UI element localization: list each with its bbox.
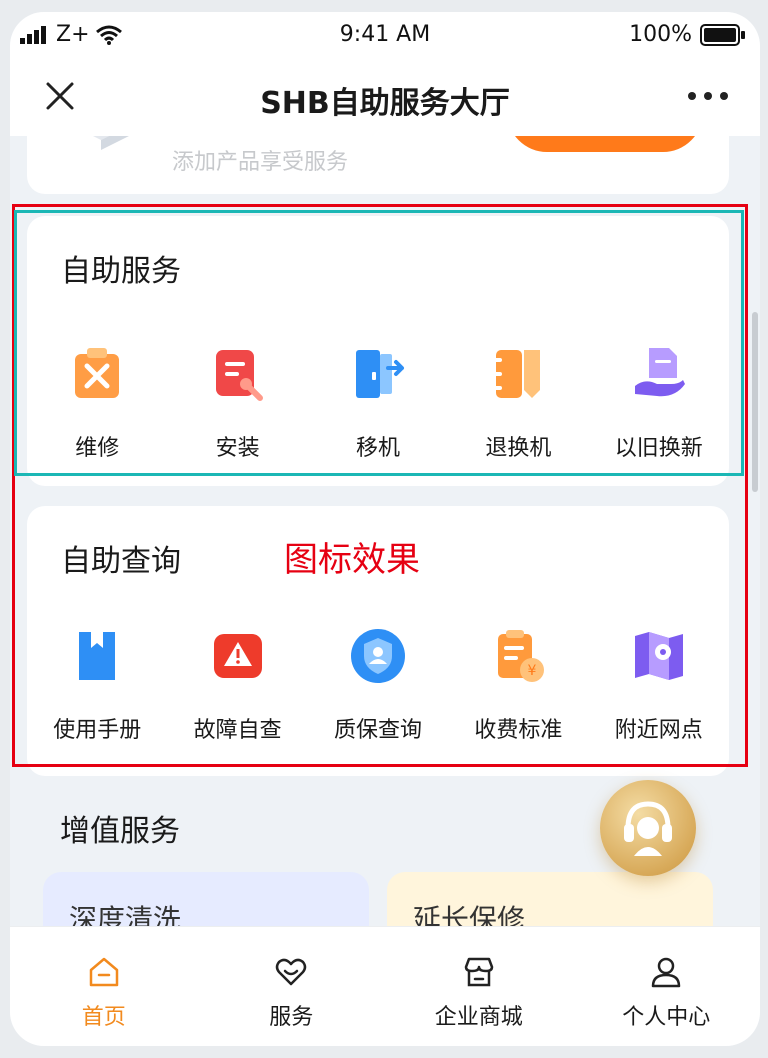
service-label: 维修 bbox=[75, 436, 120, 461]
content-area[interactable]: 添加产品享受服务 自助服务 维修 安装 移机 退换机 以旧换新 自助查询 使用手… bbox=[10, 136, 760, 926]
svg-text:¥: ¥ bbox=[528, 663, 537, 679]
annotation-label: 图标效果 bbox=[284, 540, 420, 580]
query-label: 故障自查 bbox=[193, 718, 282, 743]
add-product-card[interactable]: 添加产品享受服务 bbox=[27, 136, 729, 194]
service-item-install[interactable]: 安装 bbox=[167, 346, 307, 462]
service-label: 以旧换新 bbox=[614, 436, 703, 461]
query-label: 质保查询 bbox=[333, 718, 422, 743]
value-added-title: 增值服务 bbox=[60, 814, 180, 849]
deep-cleaning-label: 深度清洗 bbox=[69, 903, 182, 926]
fee-receipt-icon: ¥ bbox=[498, 630, 545, 682]
repair-clipboard-icon bbox=[75, 348, 120, 398]
self-service-card: 自助服务 维修 安装 移机 退换机 以旧换新 bbox=[27, 216, 729, 486]
tab-label: 首页 bbox=[81, 1005, 126, 1030]
move-door-icon bbox=[355, 350, 404, 398]
scrollbar-thumb[interactable] bbox=[752, 312, 758, 492]
add-product-hint: 添加产品享受服务 bbox=[172, 150, 349, 175]
service-item-trade-in[interactable]: 以旧换新 bbox=[589, 346, 729, 462]
page-title: SHB自助服务大厅 bbox=[260, 86, 510, 121]
headset-icon bbox=[624, 801, 672, 856]
service-item-repair[interactable]: 维修 bbox=[27, 346, 167, 462]
service-label: 移机 bbox=[355, 436, 400, 461]
install-form-icon bbox=[215, 350, 263, 401]
tab-store[interactable]: 企业商城 bbox=[385, 927, 573, 1046]
home-icon bbox=[89, 957, 118, 987]
fault-warning-icon bbox=[213, 634, 262, 678]
query-label: 附近网点 bbox=[614, 718, 703, 743]
tab-profile[interactable]: 个人中心 bbox=[573, 927, 761, 1046]
battery-percent: 100% bbox=[629, 22, 692, 47]
trade-in-hand-icon bbox=[634, 348, 685, 397]
product-box-icon bbox=[93, 136, 129, 150]
battery-icon bbox=[700, 23, 745, 46]
tab-home[interactable]: 首页 bbox=[10, 927, 198, 1046]
query-item-warranty[interactable]: 质保查询 bbox=[308, 628, 448, 744]
phone-screen: Z+ 9:41 AM 100% SHB自助服务大厅 添加产品享受服务 自助服务 … bbox=[10, 12, 760, 1046]
self-query-title: 自助查询 bbox=[61, 544, 181, 579]
customer-service-button[interactable] bbox=[600, 780, 696, 876]
service-label: 退换机 bbox=[485, 436, 552, 461]
heart-icon bbox=[276, 958, 307, 986]
tab-bar: 首页 服务 企业商城 个人中心 bbox=[10, 926, 760, 1046]
self-query-icon-row: 使用手册 故障自查 质保查询 ¥ 收费标准 附近网点 bbox=[27, 628, 729, 744]
nearby-map-icon bbox=[634, 632, 683, 680]
manual-book-icon bbox=[79, 632, 116, 680]
self-service-icon-row: 维修 安装 移机 退换机 以旧换新 bbox=[27, 346, 729, 462]
query-item-manual[interactable]: 使用手册 bbox=[27, 628, 167, 744]
deep-cleaning-card[interactable]: 深度清洗 bbox=[43, 872, 369, 926]
exchange-notebook-icon bbox=[492, 350, 541, 398]
self-service-title: 自助服务 bbox=[61, 254, 181, 289]
more-icon[interactable] bbox=[686, 82, 730, 110]
service-item-exchange[interactable]: 退换机 bbox=[448, 346, 588, 462]
query-item-fault[interactable]: 故障自查 bbox=[167, 628, 307, 744]
person-icon bbox=[652, 957, 681, 988]
battery-indicator: 100% bbox=[629, 22, 746, 47]
status-bar: Z+ 9:41 AM 100% bbox=[10, 12, 760, 58]
extended-warranty-card[interactable]: 延长保修 bbox=[387, 872, 713, 926]
nav-bar: SHB自助服务大厅 bbox=[10, 58, 760, 136]
query-label: 收费标准 bbox=[474, 718, 563, 743]
service-item-move[interactable]: 移机 bbox=[308, 346, 448, 462]
tab-label: 企业商城 bbox=[434, 1005, 523, 1030]
store-icon bbox=[464, 957, 493, 987]
query-label: 使用手册 bbox=[53, 718, 142, 743]
query-item-fee[interactable]: ¥ 收费标准 bbox=[448, 628, 588, 744]
tab-label: 服务 bbox=[269, 1005, 314, 1030]
add-product-button[interactable] bbox=[507, 136, 703, 152]
extended-warranty-label: 延长保修 bbox=[413, 903, 526, 926]
service-label: 安装 bbox=[215, 436, 260, 461]
tab-label: 个人中心 bbox=[622, 1005, 711, 1030]
query-item-nearby[interactable]: 附近网点 bbox=[589, 628, 729, 744]
warranty-shield-icon bbox=[350, 629, 405, 683]
tab-service[interactable]: 服务 bbox=[198, 927, 386, 1046]
